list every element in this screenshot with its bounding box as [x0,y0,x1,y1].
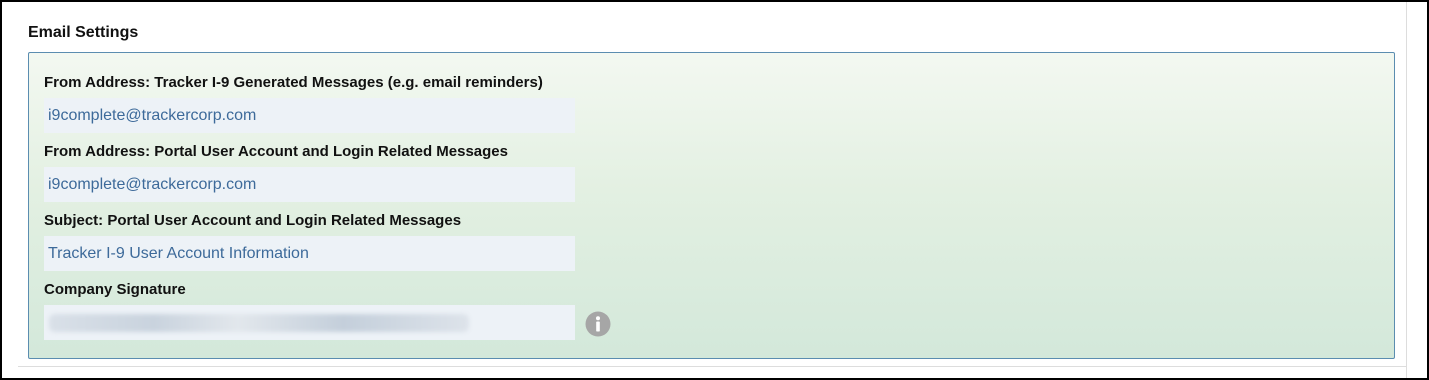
from-portal-label: From Address: Portal User Account and Lo… [44,143,508,160]
section-title: Email Settings [28,24,139,41]
from-tracker-input[interactable] [44,98,575,133]
company-signature-label: Company Signature [44,281,186,298]
container-right-border [1406,2,1407,378]
subject-portal-label: Subject: Portal User Account and Login R… [44,212,462,229]
email-settings-panel: From Address: Tracker I-9 Generated Mess… [28,52,1395,359]
from-portal-input[interactable] [44,167,575,202]
info-icon[interactable] [585,311,611,337]
container-bottom-border [18,366,1406,367]
from-tracker-label: From Address: Tracker I-9 Generated Mess… [44,74,543,91]
redacted-signature [49,314,469,332]
subject-portal-input[interactable] [44,236,575,271]
